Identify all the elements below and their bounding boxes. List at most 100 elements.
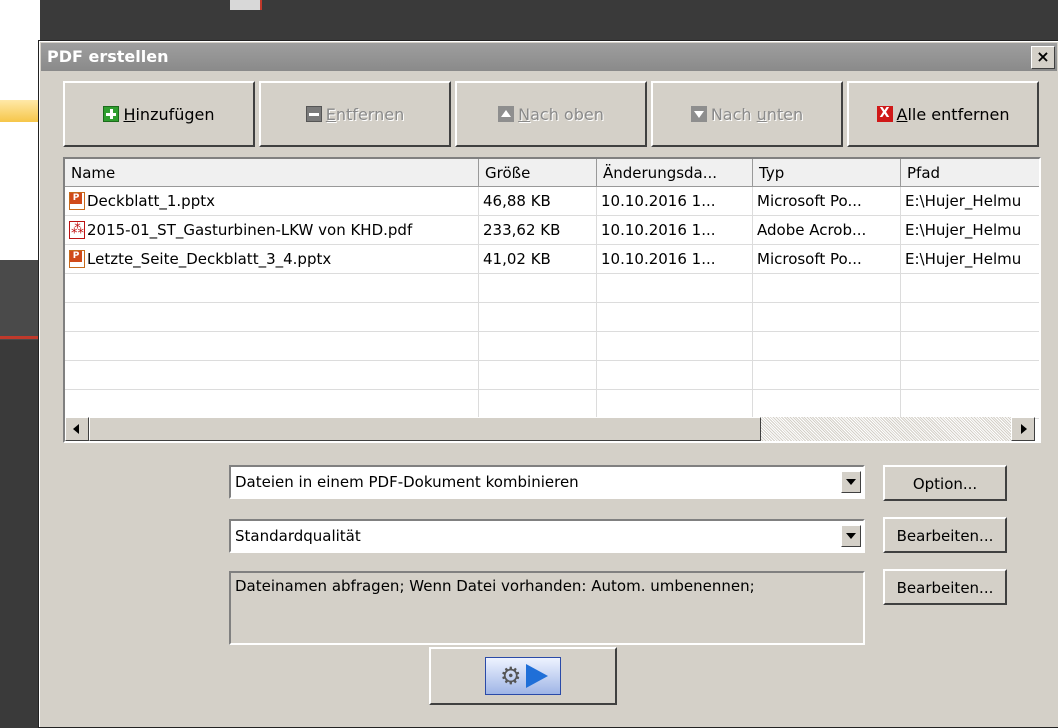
- cell-modified: [597, 303, 753, 332]
- quality-select[interactable]: Standardqualität: [229, 519, 865, 553]
- create-pdf-button[interactable]: ⚙: [429, 647, 617, 705]
- cell-name: [65, 390, 479, 419]
- empty-table-row: [65, 274, 1039, 303]
- empty-table-row: [65, 390, 1039, 419]
- move-up-button[interactable]: Nach oben: [455, 81, 647, 147]
- scroll-right-button[interactable]: [1011, 417, 1035, 441]
- add-files-label: Hinzufügen: [123, 104, 215, 124]
- column-header-modified[interactable]: Änderungsda...: [597, 159, 753, 187]
- cell-size: 41,02 KB: [479, 245, 597, 274]
- option-button[interactable]: Option...: [883, 465, 1007, 501]
- remove-file-label: Entfernen: [325, 104, 405, 124]
- column-header-type[interactable]: Typ: [753, 159, 901, 187]
- cell-size: 233,62 KB: [479, 216, 597, 245]
- naming-info-text: Dateinamen abfragen; Wenn Datei vorhande…: [229, 571, 865, 645]
- gear-arrow-icon: ⚙: [485, 657, 561, 695]
- scroll-track[interactable]: [761, 417, 1011, 441]
- background-window-fragment: [0, 0, 40, 260]
- cell-size: [479, 361, 597, 390]
- arrow-down-icon: [690, 106, 707, 122]
- horizontal-scrollbar[interactable]: [65, 417, 1035, 441]
- cell-name: [65, 361, 479, 390]
- file-name: Deckblatt_1.pptx: [87, 192, 215, 210]
- file-list-header: Name Größe Änderungsda... Typ Pfad: [65, 159, 1039, 187]
- cell-type: Adobe Acrob...: [753, 216, 901, 245]
- file-name: Letzte_Seite_Deckblatt_3_4.pptx: [87, 250, 332, 268]
- arrow-right-icon: [526, 664, 548, 688]
- powerpoint-file-icon: [69, 250, 85, 268]
- column-header-path[interactable]: Pfad: [901, 159, 1039, 187]
- cell-modified: 10.10.2016 1...: [597, 187, 753, 216]
- cell-path: [901, 361, 1039, 390]
- cell-name: [65, 274, 479, 303]
- background-red-line: [0, 336, 40, 339]
- cell-name: Deckblatt_1.pptx: [65, 187, 479, 216]
- background-dark-area: [0, 260, 40, 340]
- edit-quality-button[interactable]: Bearbeiten...: [883, 517, 1007, 553]
- file-list[interactable]: Name Größe Änderungsda... Typ Pfad Deckb…: [63, 157, 1041, 443]
- cell-path: [901, 332, 1039, 361]
- gear-icon: ⚙: [500, 662, 522, 690]
- move-up-label: Nach oben: [518, 104, 604, 124]
- cell-size: [479, 332, 597, 361]
- combine-mode-value: Dateien in einem PDF-Dokument kombiniere…: [235, 473, 579, 491]
- move-down-label: Nach unten: [710, 104, 804, 124]
- cell-type: [753, 332, 901, 361]
- cell-type: Microsoft Po...: [753, 187, 901, 216]
- pdf-create-dialog: PDF erstellen × Hinzufügen Entfernen Nac…: [38, 40, 1058, 728]
- cell-modified: [597, 274, 753, 303]
- cell-size: [479, 390, 597, 419]
- chevron-down-icon[interactable]: [841, 525, 861, 547]
- cell-path: E:\Hujer_Helmu: [901, 245, 1039, 274]
- plus-icon: [103, 106, 120, 122]
- file-toolbar: Hinzufügen Entfernen Nach oben Nach unte…: [63, 81, 1043, 149]
- table-row[interactable]: 2015-01_ST_Gasturbinen-LKW von KHD.pdf 23…: [65, 216, 1039, 245]
- move-down-button[interactable]: Nach unten: [651, 81, 843, 147]
- column-header-name[interactable]: Name: [65, 159, 479, 187]
- combine-mode-select[interactable]: Dateien in einem PDF-Dokument kombiniere…: [229, 465, 865, 499]
- cell-type: [753, 390, 901, 419]
- arrow-up-icon: [498, 106, 515, 122]
- cell-name: [65, 303, 479, 332]
- cell-path: [901, 303, 1039, 332]
- remove-all-button[interactable]: X Alle entfernen: [847, 81, 1039, 147]
- cell-path: E:\Hujer_Helmu: [901, 187, 1039, 216]
- pdf-file-icon: [69, 221, 85, 239]
- cell-path: [901, 390, 1039, 419]
- cell-name: [65, 332, 479, 361]
- background-top-fragment: [230, 0, 262, 10]
- chevron-down-icon[interactable]: [841, 471, 861, 493]
- table-row[interactable]: Letzte_Seite_Deckblatt_3_4.pptx 41,02 KB1…: [65, 245, 1039, 274]
- cell-size: 46,88 KB: [479, 187, 597, 216]
- background-highlight-band: [0, 100, 40, 122]
- cell-type: [753, 361, 901, 390]
- cell-path: [901, 274, 1039, 303]
- empty-table-row: [65, 303, 1039, 332]
- minus-icon: [305, 106, 322, 122]
- cell-modified: 10.10.2016 1...: [597, 216, 753, 245]
- cell-type: [753, 303, 901, 332]
- cell-name: 2015-01_ST_Gasturbinen-LKW von KHD.pdf: [65, 216, 479, 245]
- close-icon: ×: [1036, 47, 1050, 66]
- column-header-size[interactable]: Größe: [479, 159, 597, 187]
- title-bar[interactable]: PDF erstellen ×: [41, 43, 1057, 71]
- cell-size: [479, 274, 597, 303]
- cell-size: [479, 303, 597, 332]
- file-name: 2015-01_ST_Gasturbinen-LKW von KHD.pdf: [87, 221, 413, 239]
- close-button[interactable]: ×: [1031, 46, 1055, 69]
- cell-modified: [597, 361, 753, 390]
- table-row[interactable]: Deckblatt_1.pptx 46,88 KB10.10.2016 1...M…: [65, 187, 1039, 216]
- quality-value: Standardqualität: [235, 527, 361, 545]
- remove-file-button[interactable]: Entfernen: [259, 81, 451, 147]
- scroll-thumb[interactable]: [89, 417, 761, 441]
- edit-naming-button[interactable]: Bearbeiten...: [883, 569, 1007, 605]
- cell-type: Microsoft Po...: [753, 245, 901, 274]
- empty-table-row: [65, 361, 1039, 390]
- empty-table-row: [65, 332, 1039, 361]
- powerpoint-file-icon: [69, 192, 85, 210]
- add-files-button[interactable]: Hinzufügen: [63, 81, 255, 147]
- dialog-title: PDF erstellen: [47, 47, 169, 66]
- cell-modified: 10.10.2016 1...: [597, 245, 753, 274]
- cell-path: E:\Hujer_Helmu: [901, 216, 1039, 245]
- scroll-left-button[interactable]: [65, 417, 89, 441]
